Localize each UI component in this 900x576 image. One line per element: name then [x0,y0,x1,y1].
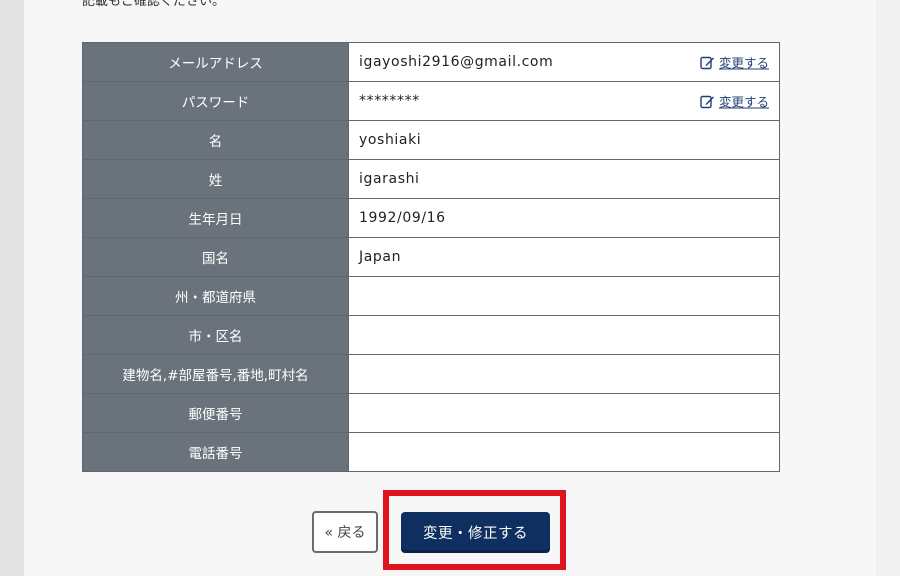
row-label-phone: 電話番号 [82,432,349,472]
left-margin [0,0,24,576]
row-label-email: メールアドレス [82,42,349,82]
last-name-value: igarashi [348,159,780,199]
change-email-link[interactable]: 変更する [700,53,769,72]
intro-text: 記載もご確認ください。 [82,0,226,9]
back-button[interactable]: « 戻る [312,511,378,553]
edit-icon [700,95,714,108]
table-row: 生年月日 1992/09/16 [82,198,780,238]
table-row: 郵便番号 [82,393,780,433]
country-value: Japan [348,237,780,277]
edit-icon [700,56,714,69]
row-label-address: 建物名,#部屋番号,番地,町村名 [82,354,349,394]
change-email-label: 変更する [718,55,769,71]
row-label-last-name: 姓 [82,159,349,199]
table-row: 建物名,#部屋番号,番地,町村名 [82,354,780,394]
row-label-birthdate: 生年月日 [82,198,349,238]
change-password-label: 変更する [718,94,769,110]
row-value-email: igayoshi2916@gmail.com 変更する [348,42,780,82]
table-row: 電話番号 [82,432,780,472]
password-value: ******** [359,93,420,109]
row-value-password: ******** 変更する [348,81,780,121]
row-label-state: 州・都道府県 [82,276,349,316]
table-row: 名 yoshiaki [82,120,780,160]
state-value [348,276,780,316]
table-row: メールアドレス igayoshi2916@gmail.com 変更する [82,42,780,82]
table-row: 国名 Japan [82,237,780,277]
right-margin [876,0,900,576]
birthdate-value: 1992/09/16 [348,198,780,238]
address-value [348,354,780,394]
city-value [348,315,780,355]
table-row: 市・区名 [82,315,780,355]
submit-change-button[interactable]: 変更・修正する [401,512,550,553]
row-label-password: パスワード [82,81,349,121]
table-row: パスワード ******** 変更する [82,81,780,121]
table-row: 州・都道府県 [82,276,780,316]
table-row: 姓 igarashi [82,159,780,199]
postal-code-value [348,393,780,433]
change-password-link[interactable]: 変更する [700,92,769,111]
account-info-table: メールアドレス igayoshi2916@gmail.com 変更する パスワー… [82,42,780,472]
row-label-postal-code: 郵便番号 [82,393,349,433]
phone-value [348,432,780,472]
first-name-value: yoshiaki [348,120,780,160]
row-label-country: 国名 [82,237,349,277]
row-label-city: 市・区名 [82,315,349,355]
email-value: igayoshi2916@gmail.com [359,54,554,70]
row-label-first-name: 名 [82,120,349,160]
